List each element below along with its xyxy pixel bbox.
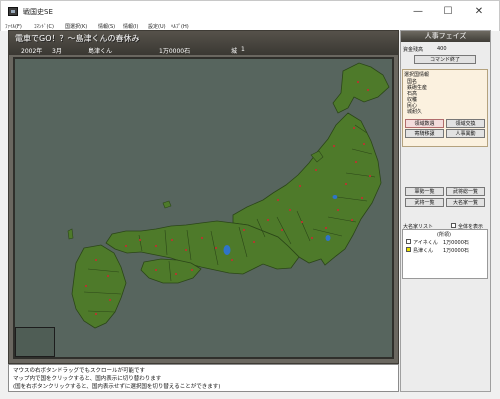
all-generals-button[interactable]: 武将総一覧: [446, 187, 485, 196]
menu-province-select[interactable]: 国選択(K): [65, 23, 87, 30]
end-command-button[interactable]: コマンド終了: [414, 55, 476, 64]
show-all-checkbox[interactable]: [451, 223, 456, 228]
tsushima-island[interactable]: [67, 228, 74, 240]
command-button-2[interactable]: 領域交換: [446, 119, 485, 128]
lake-biwa: [223, 245, 231, 255]
help-text-box: マウスの右ボタンドラッグでもスクロールが可能です マップ内で国をクリックすると、…: [8, 364, 399, 392]
menu-help[interactable]: ﾍﾙﾌﾟ(H): [171, 23, 189, 30]
daimyo-color-swatch: [406, 247, 411, 252]
status-bar: [0, 392, 500, 399]
daimyo-list: (所領) アイネくん 1万0000石 島津くん 1万0000石: [402, 229, 488, 279]
menu-info[interactable]: 情報(I): [123, 23, 138, 30]
help-line: (国を右ボタンクリックすると、国内表示せずに選択国を切り替えることができます): [13, 384, 221, 390]
lake-kasumigaura: [325, 235, 331, 241]
japan-map-svg[interactable]: [15, 59, 392, 357]
daimyo-list-button[interactable]: 大名家一覧: [446, 198, 485, 207]
daimyo-name: 島津くん: [88, 48, 113, 55]
list-header: (所領): [437, 232, 451, 238]
menu-command[interactable]: ｺﾏﾝﾄﾞ(C): [34, 23, 54, 30]
castles-label: 城: [231, 48, 238, 55]
koku-value: 1万0000石: [159, 48, 191, 55]
province-info-item: 城耐久: [407, 109, 423, 115]
funds-label: 資金残高: [403, 47, 424, 53]
menu-status[interactable]: 情報(S): [98, 23, 115, 30]
close-button[interactable]: ✕: [465, 4, 493, 20]
phase-title: 人事フェイズ: [401, 31, 490, 42]
daimyo-color-swatch: [406, 239, 411, 244]
menu-file[interactable]: ﾌｧｲﾙ(F): [5, 23, 22, 30]
minimap[interactable]: [15, 327, 55, 357]
scenario-title: 電車でGO！？〜島津くんの春休み: [15, 34, 140, 43]
funds-value: 400: [437, 46, 447, 52]
year-label: 2002年: [21, 48, 43, 55]
command-button-3[interactable]: 寄騎移譲: [405, 129, 444, 138]
help-line: マップ内で国をクリックすると、国内表示に切り替わります: [13, 376, 162, 382]
selected-province-header: 選択国情報: [404, 72, 430, 78]
help-line: マウスの右ボタンドラッグでもスクロールが可能です: [13, 368, 146, 374]
window-title: 戦国史SE: [23, 8, 53, 16]
maximize-button[interactable]: ☐: [434, 4, 462, 20]
daimyo-name[interactable]: 島津くん: [413, 247, 433, 254]
app-icon: [8, 7, 18, 16]
command-button-4[interactable]: 人事異動: [446, 129, 485, 138]
minimize-button[interactable]: —: [404, 4, 432, 20]
scenario-header: 電車でGO！？〜島津くんの春休み 2002年 3月 島津くん 1万0000石 城…: [9, 31, 398, 55]
command-panel: 人事フェイズ 資金残高 400 コマンド終了 選択国情報 国名 鉄砲生産 石高 …: [400, 30, 491, 392]
army-list-button[interactable]: 軍勢一覧: [405, 187, 444, 196]
daimyo-koku: 1万0000石: [443, 240, 469, 246]
title-bar: 戦国史SE — ☐ ✕: [0, 0, 500, 22]
daimyo-name[interactable]: アイネくん: [413, 239, 438, 246]
command-button-1[interactable]: 領域数週: [405, 119, 444, 128]
month-label: 3月: [52, 48, 62, 55]
japan-map[interactable]: [13, 57, 394, 359]
lake-inawashiro: [332, 195, 338, 199]
daimyo-koku: 1万0000石: [443, 248, 469, 254]
menu-settings[interactable]: 設定(U): [148, 23, 166, 30]
castles-value: 1: [241, 46, 245, 53]
generals-list-button[interactable]: 武将一覧: [405, 198, 444, 207]
